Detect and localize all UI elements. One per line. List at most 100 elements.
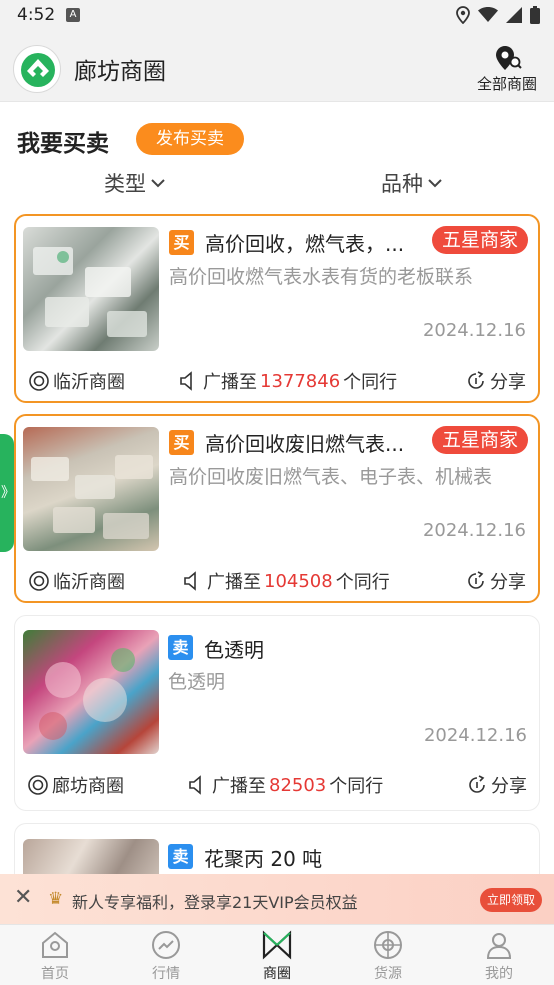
broadcast-info: 广播至 82503 个同行: [187, 772, 383, 798]
listing-card[interactable]: 买 高价回收废旧燃气表... 五星商家 高价回收废旧燃气表、电子表、机械表 20…: [14, 414, 540, 603]
wifi-icon: [478, 7, 498, 22]
section-title: 我要买卖: [17, 131, 109, 157]
nav-label-market: 行情: [152, 966, 180, 982]
trend-icon: [152, 931, 180, 959]
location-label: 临沂商圈: [53, 572, 125, 593]
side-tab-arrow: 》: [1, 485, 15, 501]
listing-card[interactable]: 卖 色透明 色透明 2024.12.16 廊坊商圈 广播至 82503 个同行 分享: [14, 615, 540, 811]
type-filter-label: 类型: [104, 172, 146, 196]
listing-photo: [23, 427, 159, 551]
listing-title: 花聚丙 20 吨: [204, 847, 323, 871]
share-button[interactable]: 分享: [465, 368, 526, 394]
compass-icon: [374, 931, 402, 959]
listing-card[interactable]: 买 高价回收，燃气表，... 五星商家 高价回收燃气表水表有货的老板联系 202…: [14, 214, 540, 403]
location-target-icon: [28, 775, 48, 795]
broadcast-prefix: 广播至: [207, 572, 261, 593]
nav-item-circles[interactable]: 商圈: [237, 929, 317, 983]
close-icon[interactable]: ✕: [14, 886, 32, 910]
sell-badge: 卖: [168, 635, 193, 660]
nav-label-profile: 我的: [485, 966, 513, 982]
listing-photo: [23, 630, 159, 754]
listing-title: 色透明: [204, 638, 264, 662]
broadcast-prefix: 广播至: [212, 776, 266, 797]
claim-button[interactable]: 立即领取: [480, 888, 542, 912]
home-icon: [42, 931, 68, 958]
buy-badge: 买: [169, 430, 194, 455]
broadcast-prefix: 广播至: [203, 372, 257, 393]
battery-icon: [530, 6, 540, 24]
speaker-icon: [180, 371, 192, 391]
share-icon: [468, 571, 484, 589]
status-time: 4:52: [17, 5, 56, 25]
listing-footer: 廊坊商圈 广播至 82503 个同行 分享: [15, 772, 539, 800]
share-label: 分享: [490, 372, 526, 393]
bottom-nav: 首页 行情 商圈 货源 我的: [0, 924, 554, 985]
listing-footer: 临沂商圈 广播至 104508 个同行 分享: [16, 568, 538, 596]
listing-date: 2024.12.16: [422, 320, 526, 341]
broadcast-count: 82503: [269, 774, 327, 796]
listing-photo: [23, 227, 159, 351]
share-label: 分享: [491, 776, 527, 797]
type-filter[interactable]: 类型: [104, 168, 166, 198]
promo-text: 新人专享福利，登录享21天VIP会员权益: [72, 893, 358, 912]
speaker-icon: [184, 571, 196, 591]
share-icon: [469, 775, 485, 793]
listing-description: 高价回收燃气表水表有货的老板联系: [169, 266, 474, 288]
buy-badge: 买: [169, 230, 194, 255]
nav-item-market[interactable]: 行情: [126, 929, 206, 983]
broadcast-info: 广播至 104508 个同行: [182, 568, 390, 594]
status-bar: 4:52 A: [0, 0, 554, 32]
speaker-icon: [189, 775, 201, 795]
location-circle-icon: [496, 46, 522, 70]
location-target-icon: [29, 371, 49, 391]
nav-item-profile[interactable]: 我的: [459, 929, 539, 983]
location-label: 临沂商圈: [53, 372, 125, 393]
nav-item-home[interactable]: 首页: [15, 929, 95, 983]
app-logo: [13, 45, 61, 93]
share-button[interactable]: 分享: [465, 568, 526, 594]
listing-title: 高价回收，燃气表，...: [205, 232, 405, 256]
share-button[interactable]: 分享: [466, 772, 527, 798]
profile-icon: [486, 933, 512, 959]
app-header: 廊坊商圈 全部商圈: [0, 32, 554, 102]
location-target-icon: [29, 571, 49, 591]
location-link[interactable]: 临沂商圈: [28, 368, 125, 394]
variety-filter-label: 品种: [381, 172, 423, 196]
listing-date: 2024.12.16: [423, 725, 527, 746]
chevron-down-icon: [428, 179, 442, 188]
broadcast-count: 104508: [264, 570, 333, 592]
listing-footer: 临沂商圈 广播至 1377846 个同行 分享: [16, 368, 538, 396]
broadcast-suffix: 个同行: [329, 776, 384, 797]
location-label: 廊坊商圈: [52, 776, 124, 797]
nav-item-supply[interactable]: 货源: [348, 929, 428, 983]
chevron-down-icon: [151, 179, 165, 188]
sell-badge: 卖: [168, 844, 193, 869]
page-title: 廊坊商圈: [74, 59, 166, 85]
all-circles-label: 全部商圈: [476, 75, 537, 93]
publish-button[interactable]: 发布买卖: [136, 123, 244, 155]
all-circles-button[interactable]: 全部商圈: [472, 44, 542, 94]
listing-date: 2024.12.16: [422, 520, 526, 541]
circle-logo-icon: [21, 53, 55, 87]
share-icon: [468, 371, 484, 389]
merchant-tag: 五星商家: [431, 426, 528, 454]
broadcast-suffix: 个同行: [343, 372, 398, 393]
circle-logo-icon: [262, 930, 292, 960]
side-expand-tab[interactable]: 》: [0, 434, 15, 552]
variety-filter[interactable]: 品种: [381, 168, 443, 198]
nav-label-circles: 商圈: [263, 966, 291, 982]
listing-description: 高价回收废旧燃气表、电子表、机械表: [169, 466, 493, 488]
notification-a-icon: A: [66, 8, 80, 22]
signal-icon: [506, 7, 522, 23]
nav-label-home: 首页: [41, 966, 69, 982]
crown-icon: ♛: [48, 889, 64, 909]
location-link[interactable]: 廊坊商圈: [27, 772, 124, 798]
share-label: 分享: [490, 572, 526, 593]
merchant-tag: 五星商家: [431, 226, 528, 254]
nav-label-supply: 货源: [374, 966, 402, 982]
listing-description: 色透明: [168, 671, 226, 693]
listing-title: 高价回收废旧燃气表...: [205, 432, 405, 456]
promo-banner: ✕ ♛ 新人专享福利，登录享21天VIP会员权益 立即领取: [0, 874, 554, 924]
broadcast-count: 1377846: [260, 370, 341, 392]
location-link[interactable]: 临沂商圈: [28, 568, 125, 594]
